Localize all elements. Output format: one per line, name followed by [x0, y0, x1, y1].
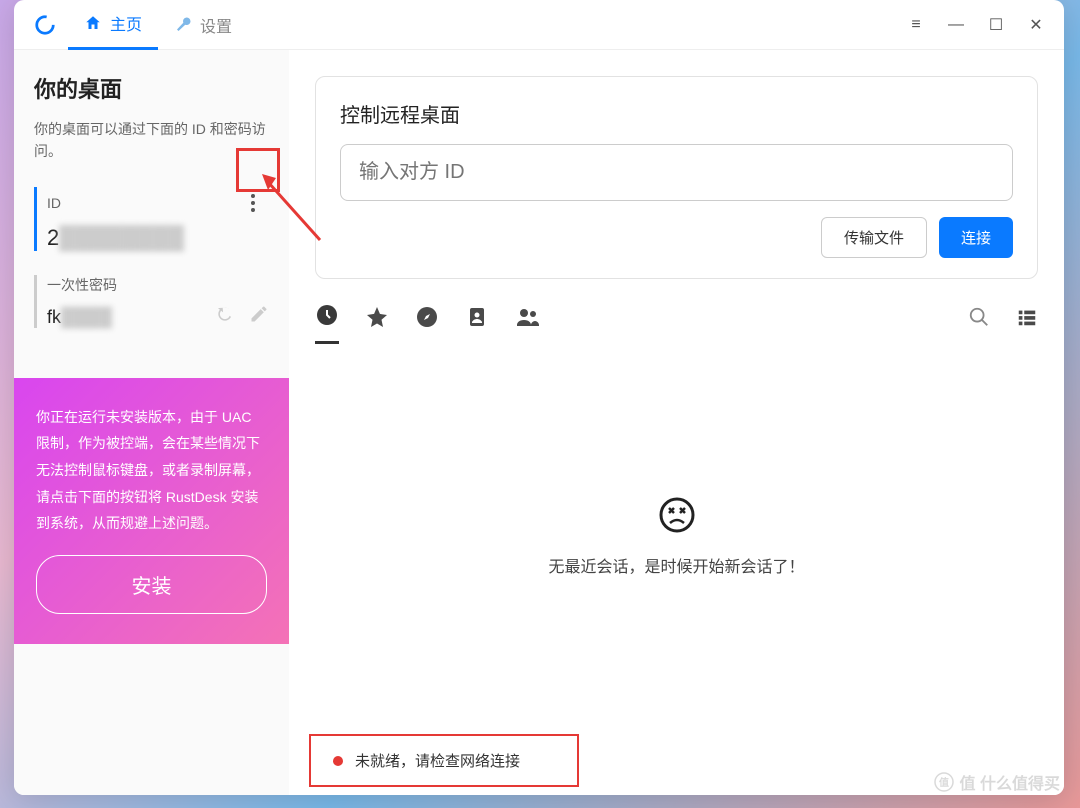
recent-tab[interactable]	[315, 303, 339, 344]
refresh-icon[interactable]	[215, 304, 235, 324]
sidebar-subtitle: 你的桌面可以通过下面的 ID 和密码访问。	[34, 118, 269, 163]
tab-settings-label: 设置	[200, 13, 232, 37]
id-more-button[interactable]	[237, 187, 269, 219]
status-bar: 未就绪，请检查网络连接	[309, 734, 579, 787]
password-label: 一次性密码	[47, 275, 117, 295]
svg-text:值: 值	[939, 776, 949, 789]
transfer-file-button[interactable]: 传输文件	[821, 217, 927, 258]
wrench-icon	[174, 16, 192, 34]
connect-button[interactable]: 连接	[939, 217, 1013, 258]
status-text: 未就绪，请检查网络连接	[355, 750, 520, 771]
id-block: ID 2████████	[34, 187, 269, 251]
remote-buttons: 传输文件 连接	[340, 217, 1013, 258]
edit-icon[interactable]	[249, 304, 269, 324]
group-tab[interactable]	[515, 305, 541, 343]
close-icon[interactable]: ✕	[1016, 5, 1056, 45]
home-icon	[84, 14, 102, 32]
empty-text: 无最近会话，是时候开始新会话了！	[548, 553, 804, 577]
titlebar: 主页 设置 ≡ — ☐ ✕	[14, 0, 1064, 50]
tab-home[interactable]: 主页	[68, 0, 158, 50]
tab-settings[interactable]: 设置	[158, 0, 248, 50]
install-text: 你正在运行未安装版本，由于 UAC 限制，作为被控端，会在某些情况下无法控制鼠标…	[36, 404, 267, 537]
id-value: 2████████	[47, 225, 269, 251]
discovered-tab[interactable]	[415, 305, 439, 343]
menu-icon[interactable]: ≡	[896, 5, 936, 45]
addressbook-tab[interactable]	[465, 305, 489, 343]
remote-id-input[interactable]	[340, 144, 1013, 201]
search-icon[interactable]	[968, 306, 990, 342]
maximize-icon[interactable]: ☐	[976, 5, 1016, 45]
app-body: 你的桌面 你的桌面可以通过下面的 ID 和密码访问。 ID 2████████ …	[14, 50, 1064, 795]
app-window: 主页 设置 ≡ — ☐ ✕ 你的桌面 你的桌面可以通过下面的 ID 和密码访问。…	[14, 0, 1064, 795]
password-value: fk████	[47, 307, 112, 328]
id-label: ID	[47, 195, 61, 211]
minimize-icon[interactable]: —	[936, 5, 976, 45]
session-tabs	[315, 303, 1038, 345]
install-button[interactable]: 安装	[36, 555, 267, 614]
status-dot-icon	[333, 756, 343, 766]
install-card: 你正在运行未安装版本，由于 UAC 限制，作为被控端，会在某些情况下无法控制鼠标…	[14, 378, 289, 644]
list-view-icon[interactable]	[1016, 306, 1038, 342]
app-logo-icon	[34, 14, 56, 36]
empty-state: 无最近会话，是时候开始新会话了！	[289, 345, 1064, 726]
password-block: 一次性密码 fk████	[34, 275, 269, 328]
remote-title: 控制远程桌面	[340, 99, 1013, 128]
remote-card: 控制远程桌面 传输文件 连接	[315, 76, 1038, 279]
favorites-tab[interactable]	[365, 305, 389, 343]
sidebar: 你的桌面 你的桌面可以通过下面的 ID 和密码访问。 ID 2████████ …	[14, 50, 289, 795]
sad-face-icon	[657, 495, 697, 535]
sidebar-title: 你的桌面	[34, 72, 269, 104]
window-controls: ≡ — ☐ ✕	[896, 5, 1064, 45]
main-panel: 控制远程桌面 传输文件 连接	[289, 50, 1064, 795]
watermark: 值 值 什么值得买	[934, 770, 1060, 794]
tab-home-label: 主页	[110, 11, 142, 35]
